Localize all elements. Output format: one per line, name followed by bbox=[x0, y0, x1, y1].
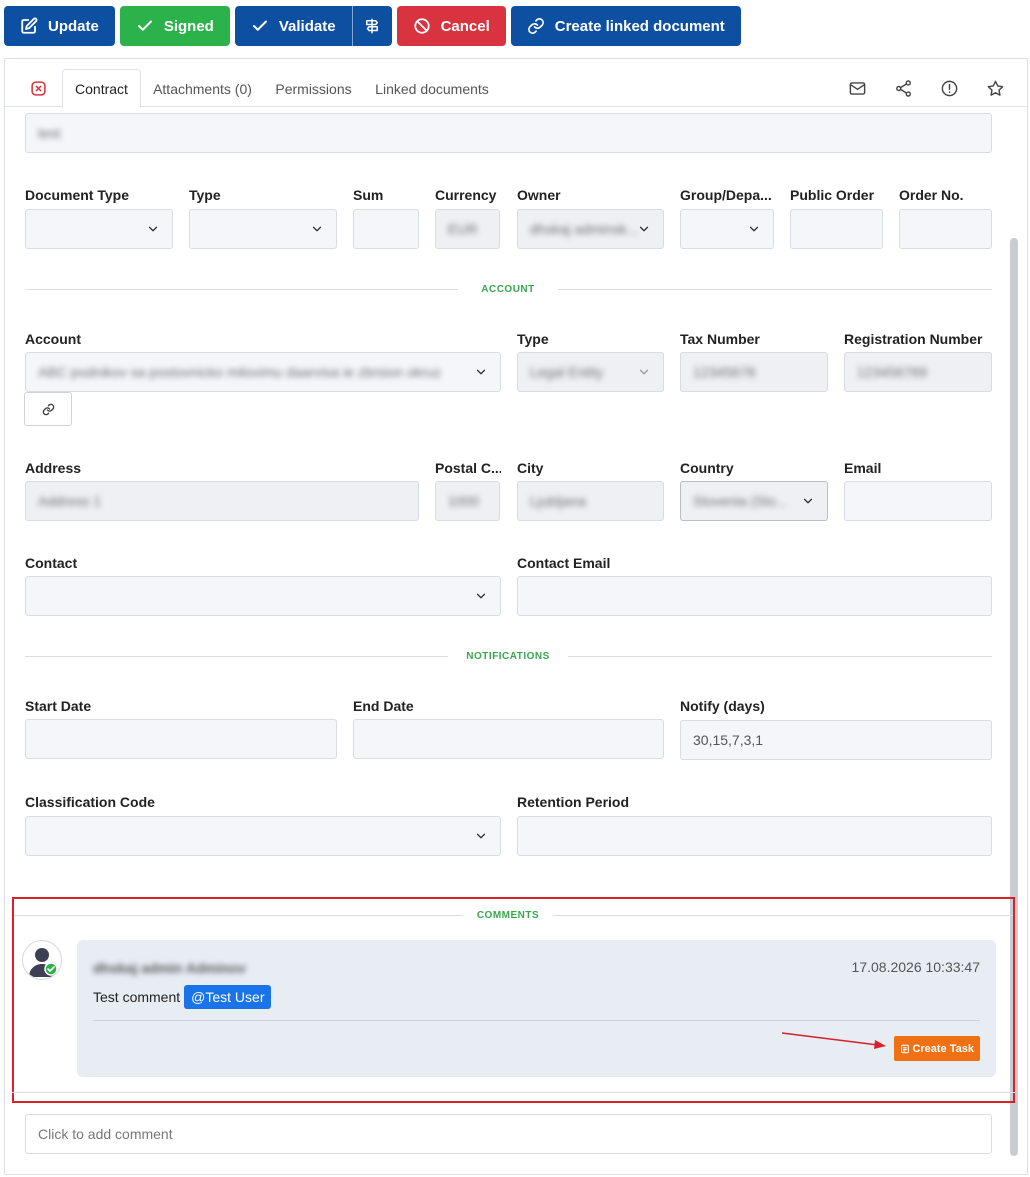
classification-code-label: Classification Code bbox=[25, 794, 155, 810]
chevron-down-icon bbox=[637, 365, 651, 379]
chevron-down-icon bbox=[637, 222, 651, 236]
email-button[interactable] bbox=[846, 77, 868, 99]
postal-code-label: Postal C... bbox=[435, 460, 501, 476]
contact-email-input[interactable] bbox=[517, 576, 992, 616]
sum-label: Sum bbox=[353, 187, 384, 203]
share-icon bbox=[895, 79, 911, 97]
close-document-button[interactable] bbox=[25, 69, 51, 107]
subject-field[interactable]: test bbox=[25, 113, 992, 153]
type-select[interactable] bbox=[189, 209, 337, 249]
check-icon bbox=[252, 20, 267, 31]
signed-label: Signed bbox=[163, 17, 214, 35]
tab-bar: Contract Attachments (0) Permissions Lin… bbox=[5, 69, 1027, 108]
sum-input[interactable] bbox=[353, 209, 419, 249]
account-select[interactable]: ABC podnikov sa postovnicko milovimu daa… bbox=[25, 352, 501, 392]
tab-linked-documents[interactable]: Linked documents bbox=[369, 69, 495, 108]
end-date-input[interactable] bbox=[353, 719, 664, 759]
country-select[interactable]: Slovenia (Slo... bbox=[680, 481, 828, 521]
tab-permissions[interactable]: Permissions bbox=[269, 69, 358, 108]
registration-number-field: 123456789 bbox=[844, 352, 992, 392]
group-department-select[interactable] bbox=[680, 209, 774, 249]
chevron-down-icon bbox=[474, 829, 488, 843]
signpost-icon bbox=[366, 18, 379, 34]
country-label: Country bbox=[680, 460, 734, 476]
chevron-down-icon bbox=[146, 222, 160, 236]
validate-button[interactable]: Validate bbox=[235, 6, 352, 46]
retention-period-label: Retention Period bbox=[517, 794, 630, 810]
validation-route-button[interactable] bbox=[351, 6, 392, 46]
chevron-down-icon bbox=[310, 222, 324, 236]
cancel-button[interactable]: Cancel bbox=[396, 6, 506, 46]
account-section-title: ACCOUNT bbox=[458, 284, 558, 295]
address-label: Address bbox=[25, 460, 82, 476]
public-order-input[interactable] bbox=[790, 209, 883, 249]
document-type-label: Document Type bbox=[25, 187, 129, 203]
check-icon bbox=[137, 20, 152, 31]
tab-attachments[interactable]: Attachments (0) bbox=[145, 69, 260, 108]
close-square-icon bbox=[30, 80, 46, 96]
document-type-select[interactable] bbox=[25, 209, 173, 249]
start-date-label: Start Date bbox=[25, 698, 92, 714]
owner-label: Owner bbox=[517, 187, 561, 203]
add-comment-input[interactable]: Click to add comment bbox=[25, 1114, 992, 1154]
highlight-box bbox=[12, 897, 1015, 1103]
end-date-label: End Date bbox=[353, 698, 414, 714]
edit-icon bbox=[21, 17, 38, 34]
update-label: Update bbox=[48, 17, 99, 35]
notify-days-label: Notify (days) bbox=[680, 698, 765, 714]
group-department-label: Group/Depa... bbox=[680, 187, 772, 203]
public-order-label: Public Order bbox=[790, 187, 875, 203]
validate-button-group: Validate bbox=[234, 6, 392, 46]
account-type-select: Legal Entity bbox=[517, 352, 664, 392]
account-label: Account bbox=[25, 331, 81, 347]
comments-bottom-divider bbox=[12, 1092, 1015, 1093]
registration-number-label: Registration Number bbox=[844, 331, 983, 347]
contact-select[interactable] bbox=[25, 576, 501, 616]
tab-contract[interactable]: Contract bbox=[62, 69, 141, 108]
address-field: Address 1 bbox=[25, 481, 419, 521]
validate-label: Validate bbox=[278, 17, 336, 35]
type-label: Type bbox=[189, 187, 221, 203]
create-linked-document-button[interactable]: Create linked document bbox=[510, 6, 741, 46]
chevron-down-icon bbox=[474, 365, 488, 379]
postal-code-field: 1000 bbox=[435, 481, 500, 521]
favorite-button[interactable] bbox=[984, 77, 1006, 99]
star-icon bbox=[987, 80, 1003, 96]
share-button[interactable] bbox=[892, 77, 914, 99]
retention-period-input[interactable] bbox=[517, 816, 992, 856]
tax-number-label: Tax Number bbox=[680, 331, 760, 347]
chevron-down-icon bbox=[474, 589, 488, 603]
toolbar: Update Signed Validate Cancel Create lin… bbox=[4, 6, 741, 46]
order-no-input[interactable] bbox=[899, 209, 992, 249]
currency-field: EUR bbox=[435, 209, 500, 249]
email-label: Email bbox=[844, 460, 882, 476]
update-button[interactable]: Update bbox=[4, 6, 115, 46]
contact-label: Contact bbox=[25, 555, 78, 571]
chevron-down-icon bbox=[747, 222, 761, 236]
start-date-input[interactable] bbox=[25, 719, 337, 759]
info-button[interactable] bbox=[938, 77, 960, 99]
signed-button[interactable]: Signed bbox=[119, 6, 230, 46]
link-icon bbox=[527, 18, 544, 34]
owner-select[interactable]: dhskaj adminsk... bbox=[517, 209, 664, 249]
currency-label: Currency bbox=[435, 187, 497, 203]
account-type-label: Type bbox=[517, 331, 549, 347]
email-input[interactable] bbox=[844, 481, 992, 521]
cancel-label: Cancel bbox=[440, 17, 490, 35]
classification-code-select[interactable] bbox=[25, 816, 501, 856]
notify-days-input[interactable]: 30,15,7,3,1 bbox=[680, 720, 992, 760]
chevron-down-icon bbox=[801, 494, 815, 508]
ban-icon bbox=[413, 18, 430, 34]
alert-circle-icon bbox=[941, 80, 957, 96]
tax-number-field: 12345678 bbox=[680, 352, 828, 392]
create-linked-label: Create linked document bbox=[554, 17, 725, 35]
mail-icon bbox=[849, 81, 865, 95]
city-field: Ljubljana bbox=[517, 481, 664, 521]
order-no-label: Order No. bbox=[899, 187, 964, 203]
link-icon bbox=[42, 403, 54, 415]
city-label: City bbox=[517, 460, 544, 476]
notifications-section-title: NOTIFICATIONS bbox=[448, 651, 568, 662]
open-account-link-button[interactable] bbox=[24, 392, 72, 426]
contact-email-label: Contact Email bbox=[517, 555, 611, 571]
